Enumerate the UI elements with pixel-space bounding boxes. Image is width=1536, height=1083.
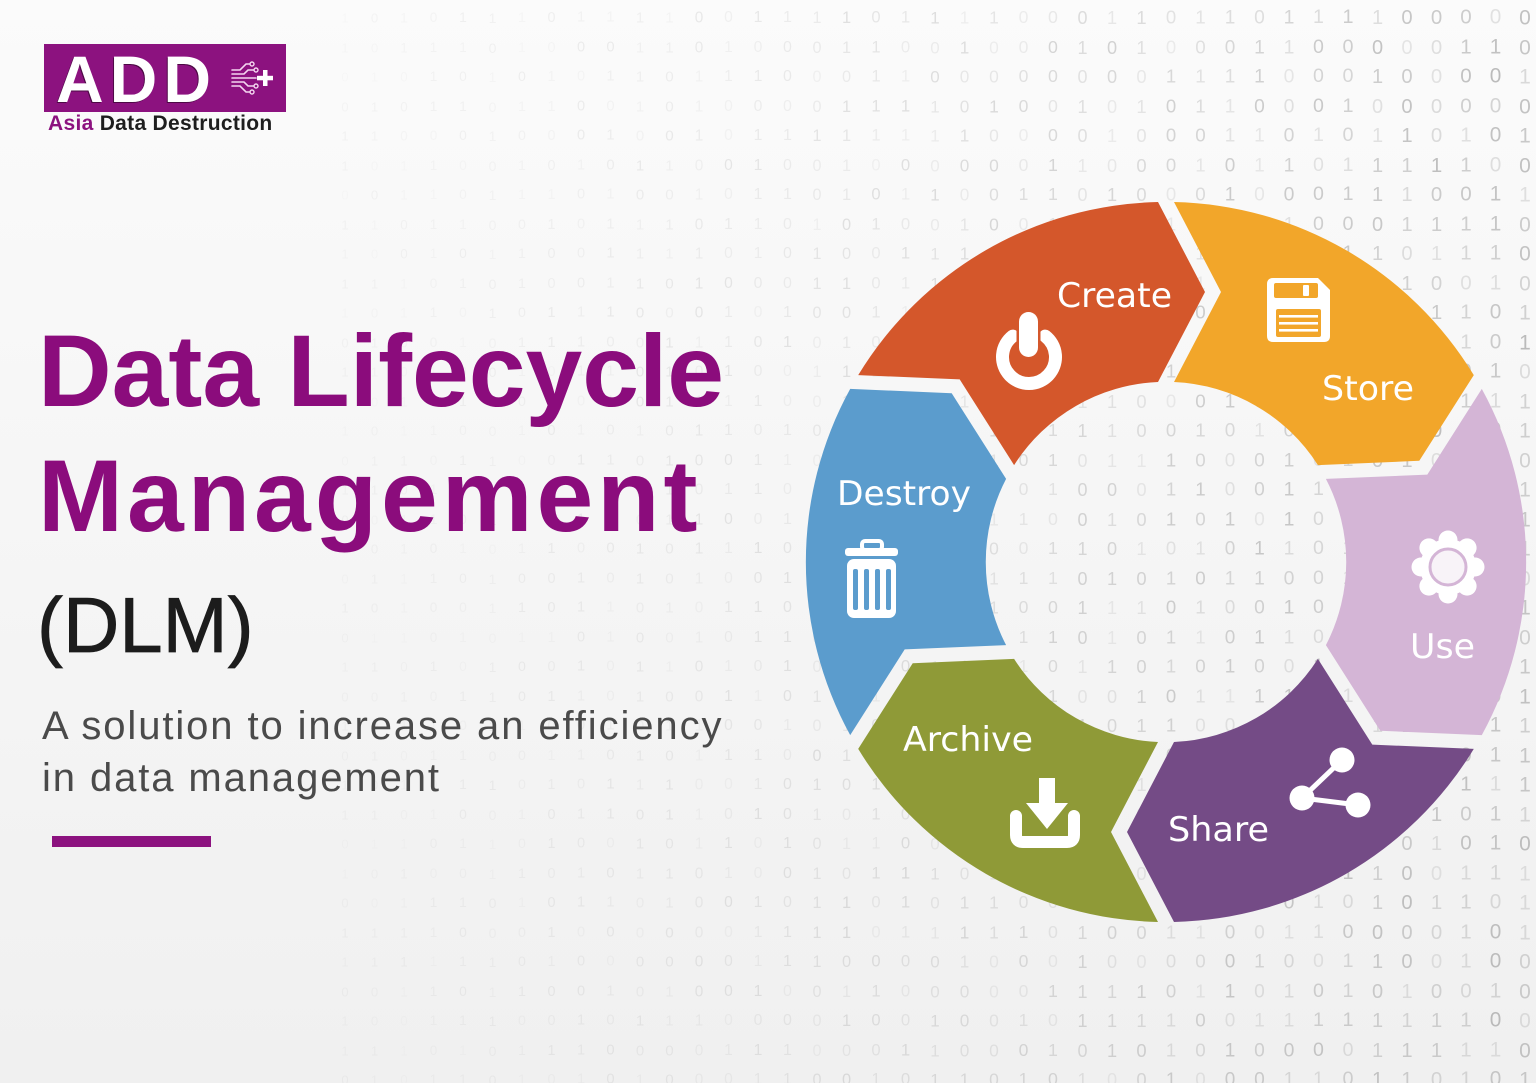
- stage-destroy-label: Destroy: [837, 474, 971, 514]
- stage-archive: Archive: [858, 658, 1158, 922]
- stage-archive-segment: [858, 658, 1158, 922]
- stage-use-label: Use: [1410, 627, 1475, 667]
- stage-create-label: Create: [1057, 276, 1172, 316]
- infographic-canvas: 1010111011110011110111100011011011110000…: [0, 0, 1536, 1083]
- floppy-disk-icon: [1267, 278, 1330, 342]
- stage-share-label: Share: [1168, 810, 1269, 850]
- gear-icon: [1411, 530, 1485, 604]
- lifecycle-cycle-diagram: Create Store Use Share Archive Destroy: [805, 202, 1527, 922]
- stage-store-label: Store: [1322, 369, 1414, 409]
- stage-store: Store: [1174, 202, 1474, 466]
- trash-icon: [845, 539, 898, 618]
- stage-archive-label: Archive: [903, 720, 1033, 760]
